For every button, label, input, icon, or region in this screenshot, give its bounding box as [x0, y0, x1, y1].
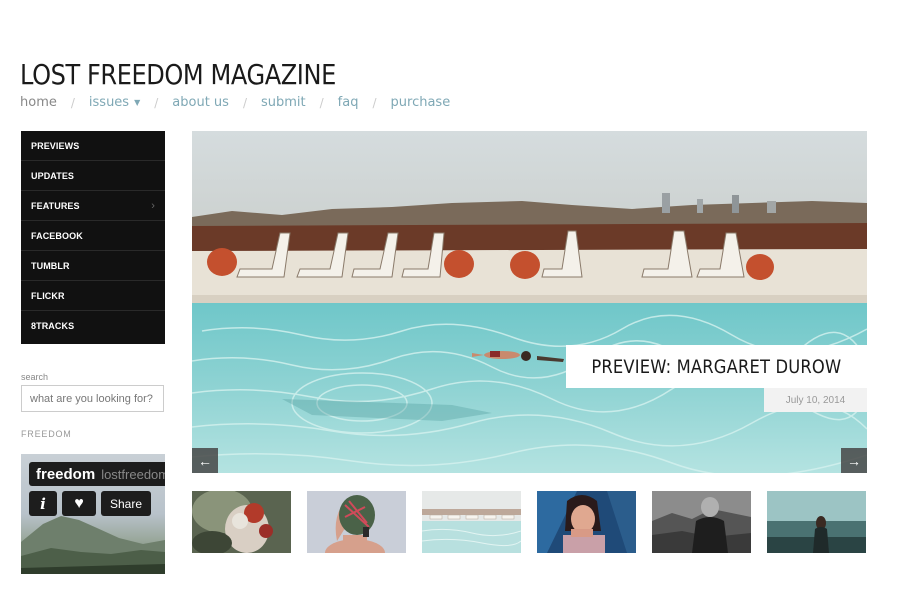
nav-home[interactable]: home: [20, 95, 57, 110]
sidebar-item-updates[interactable]: UPDATES: [21, 161, 165, 191]
pool-photo: [192, 131, 867, 473]
thumbnail-image: [767, 491, 866, 553]
sidebar-item-previews[interactable]: PREVIEWS: [21, 131, 165, 161]
heart-icon: ♥: [74, 494, 84, 512]
sidebar-item-tumblr[interactable]: TUMBLR: [21, 251, 165, 281]
sidebar-item-label: FLICKR: [31, 290, 65, 301]
featured-slider[interactable]: PREVIEW: MARGARET DUROW July 10, 2014 ← …: [192, 131, 867, 473]
prev-arrow-button[interactable]: ←: [192, 448, 218, 473]
share-button[interactable]: Share: [101, 491, 152, 516]
thumbnail-image: [307, 491, 406, 553]
sidebar-item-label: FACEBOOK: [31, 230, 83, 241]
thumbnail-image: [652, 491, 751, 553]
thumbnail-image: [192, 491, 291, 553]
thumb-teal-silhouette[interactable]: [767, 491, 866, 553]
arrow-right-icon: →: [847, 452, 861, 469]
thumb-bw-man[interactable]: [652, 491, 751, 553]
nav-issues-label: issues: [88, 95, 130, 110]
next-arrow-button[interactable]: →: [841, 448, 867, 473]
sidebar-item-features[interactable]: FEATURES ›: [21, 191, 165, 221]
nav-separator: /: [372, 95, 377, 110]
sidebar-item-label: UPDATES: [31, 170, 75, 181]
sidebar-item-flickr[interactable]: FLICKR: [21, 281, 165, 311]
info-button[interactable]: i: [29, 491, 57, 516]
chevron-down-icon: ▼: [134, 98, 141, 107]
info-icon: i: [40, 494, 46, 513]
widget-title: freedom: [36, 465, 96, 483]
site-title[interactable]: LOST FREEDOM MAGAZINE: [20, 58, 336, 91]
widget-header: freedom lostfreedom: [29, 462, 165, 486]
sidebar-item-label: TUMBLR: [31, 260, 70, 271]
nav-faq[interactable]: faq: [338, 95, 359, 110]
nav-separator: /: [242, 95, 247, 110]
thumb-blue-portrait[interactable]: [537, 491, 636, 553]
flickr-widget[interactable]: freedom lostfreedom i ♥ Share: [21, 454, 165, 574]
search-label: search: [21, 372, 49, 382]
nav-purchase[interactable]: purchase: [391, 95, 451, 110]
nav-submit[interactable]: submit: [261, 95, 306, 110]
thumb-pool[interactable]: [422, 491, 521, 553]
nav-separator: /: [154, 95, 159, 110]
sidebar-item-label: 8TRACKS: [31, 321, 75, 331]
slide-title: PREVIEW: MARGARET DUROW: [591, 355, 842, 378]
thumbnail-image: [537, 491, 636, 553]
thumbnail-image: [422, 491, 521, 553]
sidebar-menu: PREVIEWS UPDATES FEATURES › FACEBOOK TUMB…: [21, 131, 165, 344]
sidebar-item-label: PREVIEWS: [31, 140, 80, 151]
thumb-floral-portrait[interactable]: [192, 491, 291, 553]
widget-buttons: i ♥ Share: [29, 491, 152, 516]
like-button[interactable]: ♥: [62, 491, 96, 516]
sidebar-item-facebook[interactable]: FACEBOOK: [21, 221, 165, 251]
chevron-right-icon: ›: [151, 199, 155, 212]
slide-caption[interactable]: PREVIEW: MARGARET DUROW: [566, 345, 867, 388]
sidebar-item-8tracks[interactable]: 8TRACKS: [21, 311, 165, 341]
nav-issues[interactable]: issues ▼: [89, 95, 140, 110]
widget-username: lostfreedom: [101, 466, 165, 482]
top-navigation: home / issues ▼ / about us / submit / faq…: [20, 95, 450, 110]
nav-separator: /: [70, 95, 75, 110]
slide-date: July 10, 2014: [764, 388, 867, 412]
nav-about-us[interactable]: about us: [172, 95, 229, 110]
freedom-heading: FREEDOM: [21, 429, 72, 439]
search-input[interactable]: [21, 385, 164, 412]
sidebar-item-label: FEATURES: [31, 200, 80, 211]
thumbnail-strip: [192, 491, 866, 553]
arrow-left-icon: ←: [198, 452, 212, 469]
nav-separator: /: [319, 95, 324, 110]
thumb-hidden-face[interactable]: [307, 491, 406, 553]
